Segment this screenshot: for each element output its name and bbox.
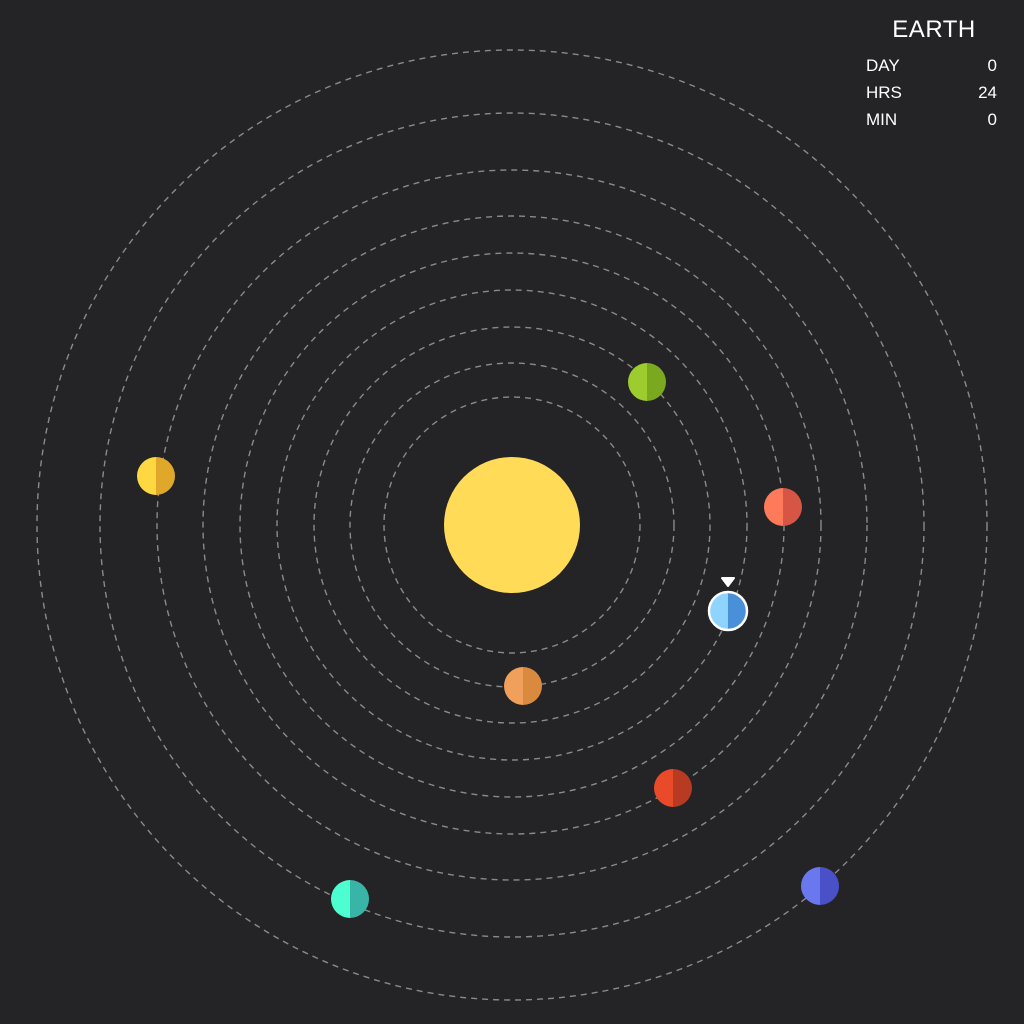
mars[interactable] — [764, 488, 802, 526]
mercury[interactable] — [504, 667, 542, 705]
green-planet[interactable] — [628, 363, 666, 401]
blue-planet[interactable] — [801, 867, 839, 905]
solar-system-view[interactable] — [0, 0, 1024, 1024]
teal-planet[interactable] — [331, 880, 369, 918]
selected-planet-name: EARTH — [892, 16, 976, 43]
yellow-planet[interactable] — [137, 457, 175, 495]
hours-row: HRS 24 — [862, 79, 1000, 106]
minutes-value: 0 — [987, 110, 997, 129]
minutes-row: MIN 0 — [862, 106, 1000, 133]
day-row: DAY 0 — [862, 52, 1000, 79]
planets-layer — [137, 363, 839, 918]
hours-label: HRS — [866, 83, 902, 102]
hours-value: 24 — [978, 83, 997, 102]
earth[interactable] — [707, 577, 749, 632]
sun[interactable] — [444, 457, 580, 593]
day-label: DAY — [866, 56, 900, 75]
day-value: 0 — [987, 56, 997, 75]
info-panel: EARTH DAY 0 HRS 24 MIN 0 — [862, 16, 1000, 133]
red-planet[interactable] — [654, 769, 692, 807]
selected-marker-icon — [721, 577, 735, 587]
minutes-label: MIN — [866, 110, 898, 129]
